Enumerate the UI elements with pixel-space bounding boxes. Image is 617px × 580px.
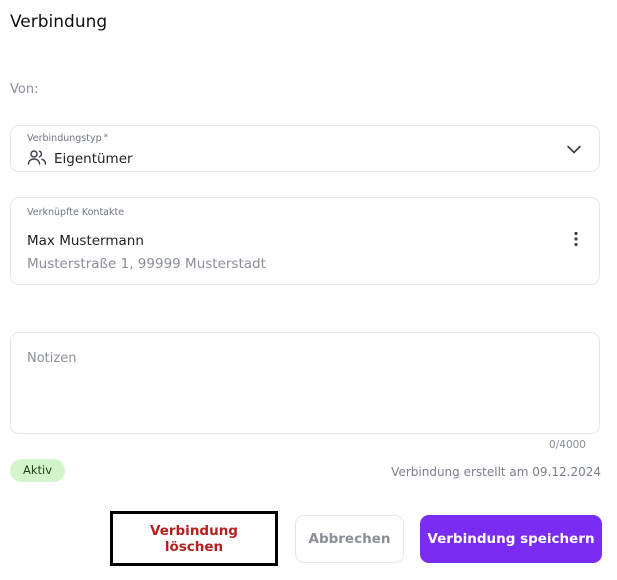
- status-badge: Aktiv: [10, 459, 66, 482]
- required-mark: *: [103, 133, 109, 143]
- connection-type-value-row: Eigentümer: [27, 149, 133, 169]
- more-vertical-icon[interactable]: [573, 231, 579, 251]
- connection-type-value: Eigentümer: [54, 151, 133, 167]
- people-icon: [27, 149, 47, 169]
- cancel-button[interactable]: Abbrechen: [295, 515, 404, 563]
- linked-contacts-label: Verknüpfte Kontakte: [27, 207, 125, 218]
- connection-type-select[interactable]: Verbindungstyp * Eigentümer: [10, 125, 600, 172]
- notes-character-counter: 0/4000: [549, 439, 586, 451]
- contact-address: Musterstraße 1, 99999 Musterstadt: [27, 256, 266, 272]
- from-label: Von:: [10, 82, 39, 97]
- notes-field: [10, 332, 600, 434]
- connection-type-label: Verbindungstyp *: [27, 133, 108, 144]
- delete-connection-button[interactable]: Verbindung löschen: [110, 511, 278, 566]
- save-connection-button[interactable]: Verbindung speichern: [420, 515, 602, 563]
- chevron-down-icon[interactable]: [566, 141, 582, 161]
- contact-name: Max Mustermann: [27, 233, 144, 249]
- connection-type-label-text: Verbindungstyp: [27, 133, 102, 144]
- notes-input[interactable]: [11, 333, 599, 433]
- linked-contacts-card: Verknüpfte Kontakte Max Mustermann Muste…: [10, 197, 600, 285]
- created-date-text: Verbindung erstellt am 09.12.2024: [391, 465, 601, 479]
- dialog-title: Verbindung: [10, 12, 108, 32]
